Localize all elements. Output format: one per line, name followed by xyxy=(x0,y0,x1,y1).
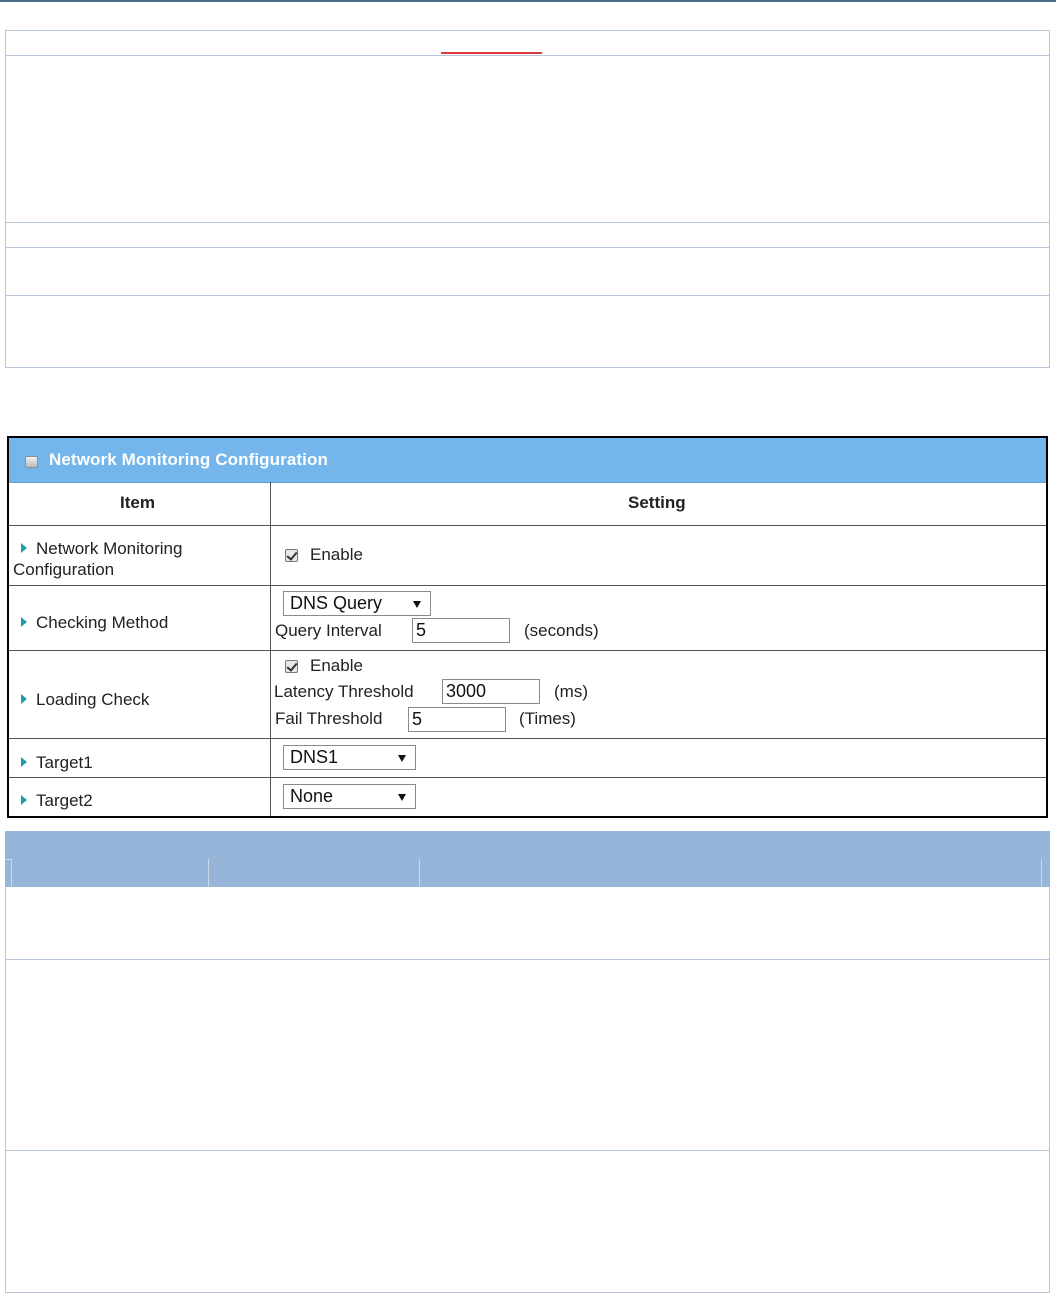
arrow-right-icon xyxy=(21,543,27,553)
arrow-right-icon xyxy=(21,617,27,627)
dropdown-arrow-icon xyxy=(413,601,421,608)
table-row xyxy=(9,777,1046,778)
table-row xyxy=(9,650,1046,651)
item-label-network-monitoring: Network Monitoring xyxy=(21,538,182,559)
item-label-checking-method: Checking Method xyxy=(21,612,168,633)
item-label-target2: Target2 xyxy=(21,790,93,811)
fail-threshold-unit: (Times) xyxy=(519,709,576,728)
document-table-upper xyxy=(5,30,1050,368)
table-row xyxy=(6,55,1049,56)
header-divider xyxy=(11,859,12,887)
target2-select-value: None xyxy=(290,786,334,806)
latency-threshold-label: Latency Threshold xyxy=(274,682,414,701)
query-interval-input[interactable] xyxy=(412,618,510,643)
query-interval-unit: (seconds) xyxy=(524,621,599,640)
table-row xyxy=(6,222,1049,223)
query-interval-label: Query Interval xyxy=(275,621,382,640)
loading-check-enable-label: Enable xyxy=(310,656,363,675)
table-row xyxy=(9,738,1046,739)
panel-title: Network Monitoring Configuration xyxy=(49,450,328,469)
table-row xyxy=(9,525,1046,526)
panel-bullet-icon xyxy=(25,456,38,468)
header-divider xyxy=(419,859,420,887)
network-monitoring-panel: Network Monitoring Configuration Item Se… xyxy=(7,436,1048,818)
header-divider xyxy=(1041,859,1042,887)
network-monitoring-enable-label: Enable xyxy=(310,545,363,564)
header-divider xyxy=(208,859,209,887)
link-underline xyxy=(441,52,542,54)
target1-select[interactable]: DNS1 xyxy=(283,745,416,770)
dropdown-arrow-icon xyxy=(398,755,406,762)
arrow-right-icon xyxy=(21,694,27,704)
fail-threshold-input[interactable] xyxy=(408,707,506,732)
table-row xyxy=(6,1150,1049,1151)
fail-threshold-label: Fail Threshold xyxy=(275,709,383,728)
target1-select-value: DNS1 xyxy=(290,747,339,767)
checkmark-icon xyxy=(286,660,298,672)
column-header-setting: Setting xyxy=(628,493,686,512)
item-label-target1: Target1 xyxy=(21,752,93,773)
dropdown-arrow-icon xyxy=(398,794,406,801)
column-divider xyxy=(270,482,271,816)
top-rule xyxy=(0,0,1056,2)
document-table-lower xyxy=(5,887,1050,1293)
loading-check-enable-checkbox[interactable] xyxy=(285,660,298,673)
arrow-right-icon xyxy=(21,757,27,767)
item-label-configuration: Configuration xyxy=(13,560,115,579)
latency-threshold-unit: (ms) xyxy=(554,682,588,701)
table-row xyxy=(6,959,1049,960)
document-table-lower-header xyxy=(5,831,1050,887)
arrow-right-icon xyxy=(21,795,27,805)
checking-method-select-value: DNS Query xyxy=(290,593,383,613)
checkmark-icon xyxy=(286,549,298,561)
table-row xyxy=(6,247,1049,248)
table-row xyxy=(9,585,1046,586)
table-row xyxy=(6,295,1049,296)
latency-threshold-input[interactable] xyxy=(442,679,540,704)
network-monitoring-enable-checkbox[interactable] xyxy=(285,549,298,562)
panel-header: Network Monitoring Configuration xyxy=(9,438,1046,483)
checking-method-select[interactable]: DNS Query xyxy=(283,591,431,616)
target2-select[interactable]: None xyxy=(283,784,416,809)
column-header-item: Item xyxy=(120,493,155,512)
item-label-loading-check: Loading Check xyxy=(21,689,149,710)
